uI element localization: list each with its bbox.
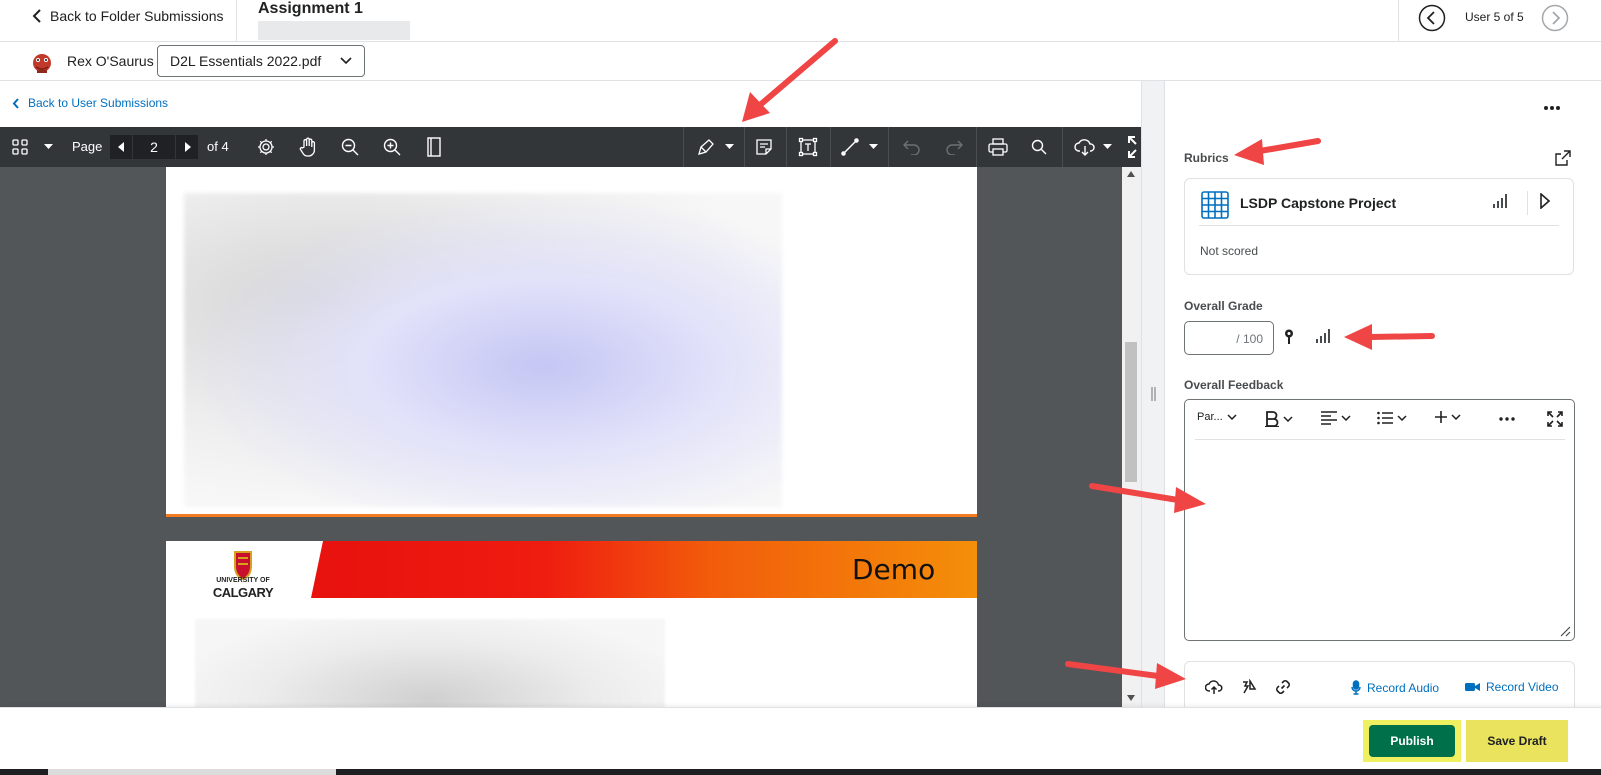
arrowhead-feedback	[1174, 487, 1206, 513]
annotation-arrow-feedback	[1089, 483, 1181, 503]
annotation-arrow-rubrics	[1257, 138, 1321, 154]
annotation-arrow-grade	[1367, 333, 1435, 340]
annotation-arrows	[742, 38, 1435, 689]
arrowhead-grade	[1344, 324, 1372, 350]
annotation-arrow-attachments	[1065, 661, 1161, 679]
annotation-arrow-toolbar	[757, 38, 838, 108]
arrowhead-rubrics	[1234, 139, 1264, 165]
arrowhead-attachments	[1155, 663, 1186, 689]
